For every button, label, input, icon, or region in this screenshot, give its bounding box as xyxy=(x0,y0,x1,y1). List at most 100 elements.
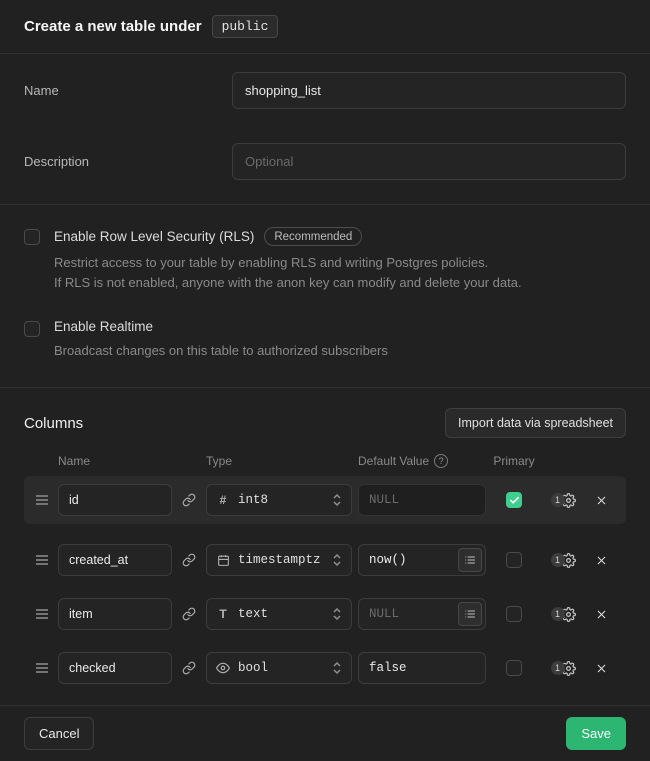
column-type-select[interactable]: T text xyxy=(206,598,352,630)
table-name-input[interactable] xyxy=(232,72,626,109)
column-row: timestamptz 1 xyxy=(24,536,626,584)
column-settings-button[interactable]: 1 xyxy=(542,661,584,676)
primary-checkbox[interactable] xyxy=(506,660,522,676)
realtime-option-title: Enable Realtime xyxy=(54,319,388,334)
link-icon xyxy=(182,493,196,507)
header-primary: Primary xyxy=(493,454,534,468)
column-type-value: int8 xyxy=(238,493,324,507)
default-value-input xyxy=(358,484,486,516)
modal-footer: Cancel Save xyxy=(0,705,650,761)
settings-count-badge: 1 xyxy=(551,607,565,621)
rls-option-title: Enable Row Level Security (RLS) Recommen… xyxy=(54,227,522,246)
rls-option-content: Enable Row Level Security (RLS) Recommen… xyxy=(54,227,522,293)
link-icon xyxy=(182,607,196,621)
settings-count-badge: 1 xyxy=(551,493,565,507)
close-icon xyxy=(595,608,608,621)
default-value-cell xyxy=(358,598,486,630)
settings-count-badge: 1 xyxy=(551,661,565,675)
default-value-cell xyxy=(358,544,486,576)
drag-handle-icon[interactable] xyxy=(35,554,49,566)
page-title: Create a new table under public xyxy=(24,15,278,38)
column-name-input[interactable] xyxy=(58,652,172,684)
check-icon xyxy=(509,495,520,506)
column-type-select[interactable]: # int8 xyxy=(206,484,352,516)
close-icon xyxy=(595,662,608,675)
rls-checkbox[interactable] xyxy=(24,229,40,245)
realtime-label: Enable Realtime xyxy=(54,319,153,334)
table-description-input[interactable] xyxy=(232,143,626,180)
column-settings-button[interactable]: 1 xyxy=(542,493,584,508)
primary-checkbox[interactable] xyxy=(506,606,522,622)
default-value-options-button[interactable] xyxy=(458,602,482,626)
realtime-option-content: Enable Realtime Broadcast changes on thi… xyxy=(54,319,388,361)
recommended-badge: Recommended xyxy=(264,227,362,246)
settings-count-badge: 1 xyxy=(551,553,565,567)
column-name-input[interactable] xyxy=(58,598,172,630)
table-options-section: Enable Row Level Security (RLS) Recommen… xyxy=(0,204,650,387)
list-icon xyxy=(464,554,476,566)
column-type-value: bool xyxy=(238,661,324,675)
create-table-modal: Create a new table under public Name Des… xyxy=(0,0,650,761)
foreign-key-button[interactable] xyxy=(178,598,200,630)
table-info-section: Name Description xyxy=(0,54,650,204)
realtime-checkbox[interactable] xyxy=(24,321,40,337)
column-settings-button[interactable]: 1 xyxy=(542,607,584,622)
header-name: Name xyxy=(58,454,172,468)
remove-column-button[interactable] xyxy=(595,554,608,567)
columns-section: Columns Import data via spreadsheet Name… xyxy=(0,387,650,705)
close-icon xyxy=(595,554,608,567)
rls-description-line2: If RLS is not enabled, anyone with the a… xyxy=(54,273,522,293)
default-value-cell xyxy=(358,652,486,684)
column-type-value: text xyxy=(238,607,324,621)
help-icon[interactable]: ? xyxy=(434,454,448,468)
remove-column-button[interactable] xyxy=(595,494,608,507)
drag-handle-icon[interactable] xyxy=(35,608,49,620)
description-row: Description xyxy=(24,143,626,180)
column-type-select[interactable]: timestamptz xyxy=(206,544,352,576)
default-value-input[interactable] xyxy=(358,652,486,684)
header-default-value-text: Default Value xyxy=(358,454,429,468)
import-spreadsheet-button[interactable]: Import data via spreadsheet xyxy=(445,408,626,438)
text-type-icon: T xyxy=(216,607,230,621)
rls-label: Enable Row Level Security (RLS) xyxy=(54,229,254,244)
default-value-options-button[interactable] xyxy=(458,548,482,572)
eye-icon xyxy=(216,661,230,675)
header-type: Type xyxy=(206,454,352,468)
realtime-option: Enable Realtime Broadcast changes on thi… xyxy=(24,319,626,361)
foreign-key-button[interactable] xyxy=(178,544,200,576)
description-label: Description xyxy=(24,143,232,169)
column-type-select[interactable]: bool xyxy=(206,652,352,684)
name-label: Name xyxy=(24,72,232,98)
column-row: bool 1 xyxy=(24,644,626,692)
columns-header: Columns Import data via spreadsheet xyxy=(24,408,626,438)
columns-title: Columns xyxy=(24,415,83,432)
link-icon xyxy=(182,661,196,675)
rls-description: Restrict access to your table by enablin… xyxy=(54,253,522,293)
drag-handle-icon[interactable] xyxy=(35,494,49,506)
column-name-input[interactable] xyxy=(58,544,172,576)
column-settings-button[interactable]: 1 xyxy=(542,553,584,568)
column-name-input[interactable] xyxy=(58,484,172,516)
primary-checkbox[interactable] xyxy=(506,552,522,568)
column-row: # int8 1 xyxy=(24,476,626,524)
chevron-up-down-icon xyxy=(332,493,342,507)
foreign-key-button[interactable] xyxy=(178,652,200,684)
close-icon xyxy=(595,494,608,507)
chevron-up-down-icon xyxy=(332,661,342,675)
primary-checkbox[interactable] xyxy=(506,492,522,508)
realtime-description: Broadcast changes on this table to autho… xyxy=(54,341,388,361)
remove-column-button[interactable] xyxy=(595,608,608,621)
header-default-value: Default Value ? xyxy=(358,454,486,468)
remove-column-button[interactable] xyxy=(595,662,608,675)
cancel-button[interactable]: Cancel xyxy=(24,717,94,750)
save-button[interactable]: Save xyxy=(566,717,626,750)
calendar-icon xyxy=(216,554,230,567)
rls-description-line1: Restrict access to your table by enablin… xyxy=(54,253,522,273)
foreign-key-button[interactable] xyxy=(178,484,200,516)
column-type-value: timestamptz xyxy=(238,553,324,567)
drag-handle-icon[interactable] xyxy=(35,662,49,674)
page-title-text: Create a new table under xyxy=(24,18,202,35)
chevron-up-down-icon xyxy=(332,553,342,567)
list-icon xyxy=(464,608,476,620)
chevron-up-down-icon xyxy=(332,607,342,621)
